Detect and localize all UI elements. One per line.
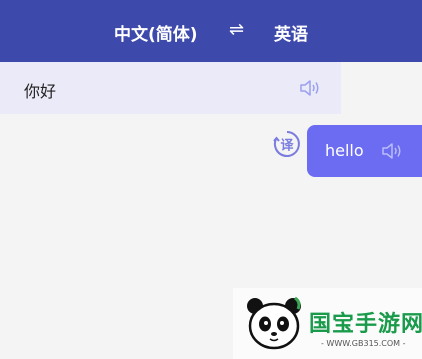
speaker-icon[interactable] — [381, 142, 403, 160]
speaker-icon[interactable] — [299, 79, 321, 97]
swap-languages-icon[interactable]: ⇌ — [229, 19, 244, 40]
source-text: 你好 — [24, 82, 57, 101]
translation-message-bubble: hello — [307, 125, 422, 177]
translate-badge-icon[interactable]: 译 — [272, 129, 302, 159]
panda-logo-icon — [243, 294, 305, 354]
watermark-title: 国宝手游网 — [309, 312, 422, 337]
target-language-button[interactable]: 英语 — [274, 20, 308, 45]
source-message-bubble: 你好 — [0, 62, 341, 114]
app-header: 中文(简体) ⇌ 英语 — [0, 0, 422, 62]
translation-text: hello — [325, 141, 364, 160]
site-watermark: 国宝手游网 - WWW.GB315.COM - — [233, 288, 422, 359]
translate-badge-text: 译 — [280, 139, 294, 154]
watermark-url: - WWW.GB315.COM - — [321, 339, 406, 348]
source-language-button[interactable]: 中文(简体) — [114, 20, 198, 45]
